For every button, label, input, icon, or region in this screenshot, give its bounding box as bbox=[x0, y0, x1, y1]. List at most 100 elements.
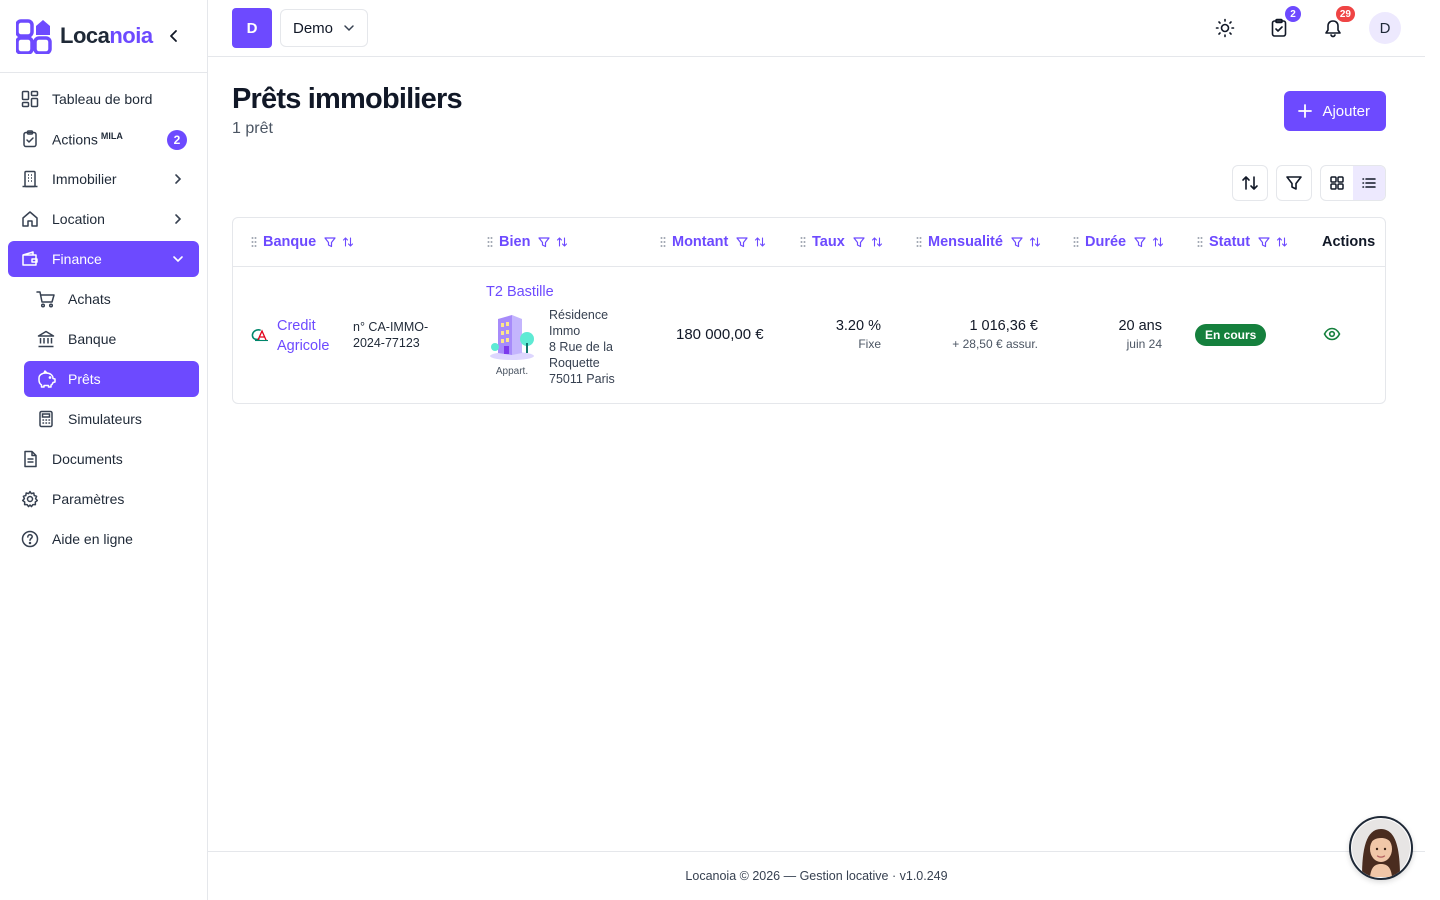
column-header-mensualite[interactable]: Mensualité bbox=[916, 218, 1041, 266]
clipboard-check-icon bbox=[1271, 18, 1287, 37]
table-row[interactable]: Credit Agricole n° CA-IMMO- 2024-77123 T… bbox=[233, 267, 1385, 404]
grid-view-button[interactable] bbox=[1321, 166, 1353, 200]
filter-icon[interactable] bbox=[1258, 236, 1270, 248]
sort-button[interactable] bbox=[1232, 165, 1268, 201]
sort-icon[interactable] bbox=[871, 236, 883, 248]
column-header-montant[interactable]: Montant bbox=[660, 218, 766, 266]
chevron-right-icon bbox=[175, 174, 182, 184]
chevron-down-icon bbox=[173, 256, 183, 263]
column-header-bien[interactable]: Bien bbox=[487, 218, 568, 266]
notifications-button[interactable]: 29 bbox=[1317, 6, 1355, 44]
document-icon bbox=[20, 449, 40, 469]
drag-handle-icon[interactable] bbox=[1197, 236, 1203, 248]
sidebar-item-label: Location bbox=[52, 211, 105, 227]
sidebar-item-location[interactable]: Location bbox=[8, 201, 199, 237]
sidebar-item-label: Prêts bbox=[68, 371, 101, 387]
piggy-bank-icon bbox=[36, 369, 56, 389]
sidebar-item-label: Achats bbox=[68, 291, 111, 307]
sidebar-item-prets[interactable]: Prêts bbox=[24, 361, 199, 397]
drag-handle-icon[interactable] bbox=[660, 236, 666, 248]
assistant-chat-button[interactable] bbox=[1349, 816, 1413, 880]
cart-icon bbox=[36, 289, 56, 309]
add-button[interactable]: Ajouter bbox=[1284, 91, 1386, 131]
help-circle-icon bbox=[20, 529, 40, 549]
sort-icon[interactable] bbox=[342, 236, 354, 248]
wallet-icon bbox=[20, 249, 40, 269]
sidebar-item-label: Actions MILA bbox=[52, 130, 123, 148]
sidebar-item-parametres[interactable]: Paramètres bbox=[8, 481, 199, 517]
status-cell: En cours bbox=[1195, 324, 1267, 346]
chevron-right-icon bbox=[175, 214, 182, 224]
notifications-badge: 29 bbox=[1335, 6, 1355, 22]
workspace-name: Demo bbox=[293, 19, 334, 37]
insurance-amount: + 28,50 € assur. bbox=[952, 337, 1038, 351]
sidebar-item-label: Tableau de bord bbox=[52, 91, 153, 107]
filter-icon[interactable] bbox=[853, 236, 865, 248]
sidebar-item-aide[interactable]: Aide en ligne bbox=[8, 521, 199, 557]
sidebar: Locanoia Tableau de bord Actions MILA 2 I… bbox=[0, 0, 208, 900]
property-address: Résidence Immo 8 Rue de la Roquette 7501… bbox=[549, 308, 615, 386]
filter-icon[interactable] bbox=[1134, 236, 1146, 248]
column-header-actions: Actions bbox=[1322, 234, 1376, 250]
sidebar-item-documents[interactable]: Documents bbox=[8, 441, 199, 477]
drag-handle-icon[interactable] bbox=[800, 236, 806, 248]
tasks-button[interactable]: 2 bbox=[1263, 6, 1301, 44]
monthly-payment: 1 016,36 € bbox=[969, 318, 1038, 334]
logo-text: Locanoia bbox=[60, 23, 153, 48]
tasks-badge: 2 bbox=[1285, 6, 1301, 22]
workspace-select[interactable]: Demo bbox=[280, 9, 369, 47]
user-avatar[interactable]: D bbox=[1369, 12, 1401, 44]
filter-icon bbox=[1286, 176, 1302, 190]
chevron-left-icon bbox=[170, 30, 177, 42]
bank-icon bbox=[36, 329, 56, 349]
sort-icon[interactable] bbox=[1029, 236, 1041, 248]
chevron-down-icon bbox=[344, 25, 354, 32]
column-header-banque[interactable]: Banque bbox=[251, 218, 354, 266]
drag-handle-icon[interactable] bbox=[487, 236, 493, 248]
property-thumbnail: Appart. bbox=[485, 311, 539, 377]
sidebar-item-finance[interactable]: Finance bbox=[8, 241, 199, 277]
sort-icon[interactable] bbox=[1276, 236, 1288, 248]
drag-handle-icon[interactable] bbox=[916, 236, 922, 248]
drag-handle-icon[interactable] bbox=[251, 236, 257, 248]
sidebar-item-simulateurs[interactable]: Simulateurs bbox=[24, 401, 199, 437]
page-subtitle: 1 prêt bbox=[232, 120, 273, 137]
theme-toggle-button[interactable] bbox=[1209, 12, 1241, 44]
sidebar-item-dashboard[interactable]: Tableau de bord bbox=[8, 81, 199, 117]
column-header-duree[interactable]: Durée bbox=[1073, 218, 1164, 266]
sidebar-item-banque[interactable]: Banque bbox=[24, 321, 199, 357]
logo-icon bbox=[15, 18, 52, 55]
column-header-taux[interactable]: Taux bbox=[800, 218, 883, 266]
filter-icon[interactable] bbox=[736, 236, 748, 248]
gear-icon bbox=[20, 489, 40, 509]
property-link[interactable]: T2 Bastille bbox=[486, 284, 554, 300]
column-header-statut[interactable]: Statut bbox=[1197, 218, 1288, 266]
filter-button[interactable] bbox=[1276, 165, 1312, 201]
table-header: Banque Bien Montant Taux Mensualité Duré… bbox=[233, 218, 1385, 267]
loan-duration: 20 ans bbox=[1118, 318, 1162, 334]
sidebar-item-achats[interactable]: Achats bbox=[24, 281, 199, 317]
bank-name-link[interactable]: Credit Agricole bbox=[277, 316, 329, 356]
filter-icon[interactable] bbox=[324, 236, 336, 248]
collapse-sidebar-button[interactable] bbox=[167, 27, 181, 45]
filter-icon[interactable] bbox=[1011, 236, 1023, 248]
list-view-button[interactable] bbox=[1353, 166, 1385, 200]
sidebar-item-label: Paramètres bbox=[52, 491, 125, 507]
workspace-avatar[interactable]: D bbox=[232, 8, 272, 48]
sidebar-item-actions[interactable]: Actions MILA 2 bbox=[8, 121, 199, 157]
sidebar-item-immobilier[interactable]: Immobilier bbox=[8, 161, 199, 197]
list-icon bbox=[1362, 178, 1376, 188]
sidebar-item-label: Simulateurs bbox=[68, 411, 142, 427]
actions-count-badge: 2 bbox=[167, 130, 187, 150]
sort-icon[interactable] bbox=[754, 236, 766, 248]
sun-icon bbox=[1215, 18, 1235, 38]
logo-area: Locanoia bbox=[0, 0, 207, 73]
filter-icon[interactable] bbox=[538, 236, 551, 248]
sort-icon[interactable] bbox=[1152, 236, 1164, 248]
sidebar-item-label: Aide en ligne bbox=[52, 531, 133, 547]
view-loan-button[interactable] bbox=[1323, 327, 1341, 345]
page-title: Prêts immobiliers bbox=[232, 83, 463, 115]
plus-icon bbox=[1298, 104, 1313, 118]
drag-handle-icon[interactable] bbox=[1073, 236, 1079, 248]
sort-icon[interactable] bbox=[556, 236, 568, 248]
